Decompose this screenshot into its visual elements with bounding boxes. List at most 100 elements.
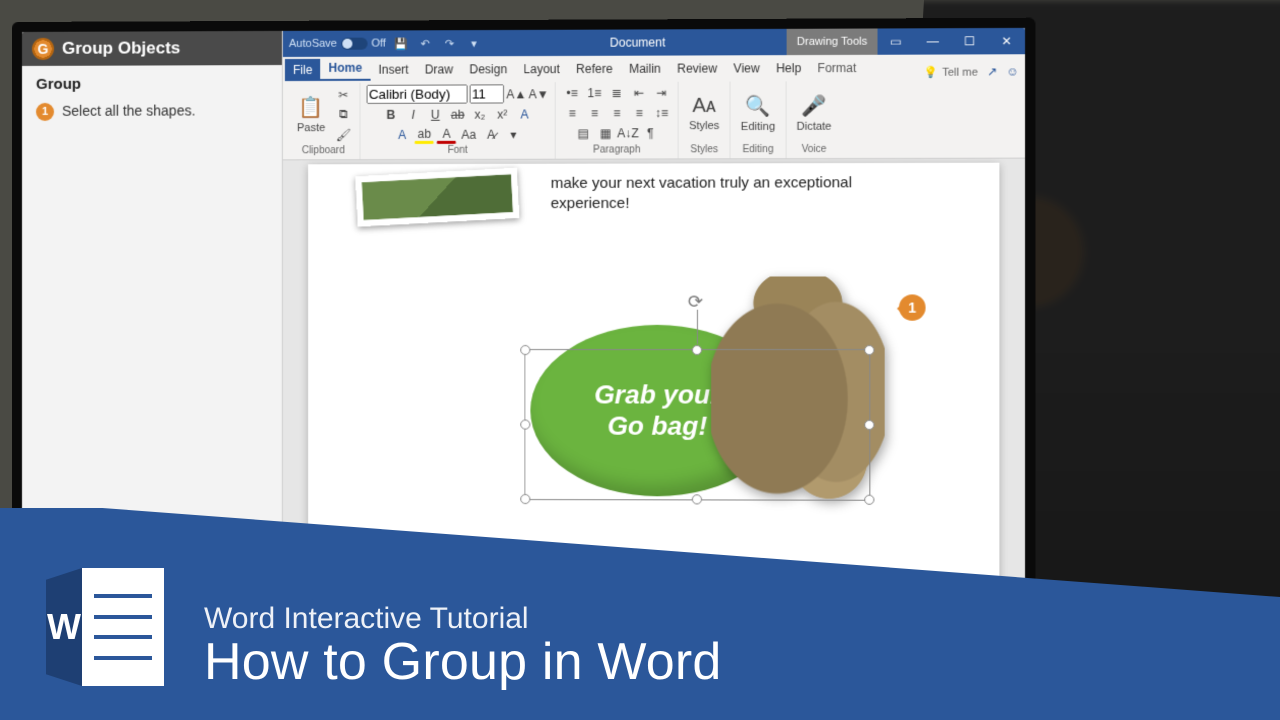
font-more-button[interactable]: ▾: [503, 126, 523, 144]
paste-button[interactable]: 📋 Paste: [293, 93, 329, 136]
inserted-photo[interactable]: [355, 168, 519, 227]
grow-font-button[interactable]: A▲: [506, 85, 526, 103]
tab-insert[interactable]: Insert: [370, 59, 416, 81]
minimize-button[interactable]: —: [914, 28, 951, 54]
sort-button[interactable]: A↓Z: [618, 124, 638, 142]
editing-label: Editing: [741, 121, 775, 133]
dictate-label: Dictate: [797, 121, 832, 133]
numbering-button[interactable]: 1≡: [584, 84, 604, 102]
clipboard-group-label: Clipboard: [293, 144, 354, 159]
bullets-button[interactable]: •≡: [562, 84, 582, 102]
ribbon-body: 📋 Paste ✂ ⧉ 🖌 Clipboard: [283, 79, 1025, 161]
tab-mailings[interactable]: Mailin: [621, 58, 669, 80]
word-logo-badge: W: [46, 568, 164, 686]
borders-button[interactable]: ▦: [595, 124, 615, 142]
line-spacing-button[interactable]: ↕≡: [651, 104, 671, 122]
tab-review[interactable]: Review: [669, 57, 725, 79]
resize-handle-l[interactable]: [520, 420, 530, 430]
rotation-handle-icon[interactable]: ⟳: [688, 292, 706, 310]
ribbon-display-options[interactable]: ▭: [878, 28, 915, 54]
undo-button[interactable]: ↶: [416, 34, 434, 52]
bold-button[interactable]: B: [381, 106, 401, 124]
resize-handle-tr[interactable]: [864, 345, 874, 355]
tell-me-search[interactable]: Tell me: [924, 66, 982, 79]
document-title: Document: [489, 35, 787, 50]
clear-formatting-button[interactable]: A̷: [481, 126, 501, 144]
qat-more-button[interactable]: ▾: [465, 34, 483, 52]
increase-indent-button[interactable]: ⇥: [651, 84, 671, 102]
tutorial-logo-icon: G: [32, 38, 54, 60]
group-editing: 🔍 Editing Editing: [731, 81, 787, 158]
resize-handle-r[interactable]: [864, 420, 874, 430]
lower-third-banner: W Word Interactive Tutorial How to Group…: [0, 495, 1280, 720]
text-effects-button[interactable]: A: [514, 105, 534, 123]
step-text: Select all the shapes.: [62, 102, 195, 120]
shape-stage: Grab your Go bag! ⟳: [510, 264, 876, 527]
font-name-input[interactable]: [367, 84, 468, 103]
tab-view[interactable]: View: [725, 57, 768, 79]
share-button[interactable]: ↗: [982, 64, 1003, 78]
tab-design[interactable]: Design: [461, 58, 515, 80]
feedback-button[interactable]: ☺: [1002, 64, 1023, 78]
autosave-toggle[interactable]: AutoSave Off: [289, 38, 386, 50]
redo-button[interactable]: ↷: [440, 34, 458, 52]
shading-button[interactable]: ▤: [573, 124, 593, 142]
italic-button[interactable]: I: [403, 106, 423, 124]
align-right-button[interactable]: ≡: [607, 104, 627, 122]
multilevel-list-button[interactable]: ≣: [607, 84, 627, 102]
toggle-icon[interactable]: [341, 38, 367, 50]
banner-title: How to Group in Word: [204, 632, 721, 692]
selection-box[interactable]: ⟳: [524, 349, 870, 501]
resize-handle-tl[interactable]: [520, 345, 530, 355]
strikethrough-button[interactable]: ab: [448, 106, 468, 124]
banner-subtitle: Word Interactive Tutorial: [204, 602, 721, 636]
format-painter-button[interactable]: 🖌: [333, 126, 353, 144]
body-text[interactable]: make your next vacation truly an excepti…: [551, 173, 908, 215]
styles-button[interactable]: Aᴀ Styles: [685, 93, 724, 134]
highlight-button[interactable]: ab: [414, 126, 434, 144]
group-styles: Aᴀ Styles Styles: [679, 82, 731, 159]
tab-references[interactable]: Refere: [568, 58, 621, 80]
dictate-button[interactable]: 🎤 Dictate: [792, 91, 835, 135]
save-button[interactable]: 💾: [392, 34, 410, 52]
tab-format[interactable]: Format: [809, 57, 864, 79]
text-fill-button[interactable]: A: [392, 126, 412, 144]
tutorial-body: Group 1 Select all the shapes.: [22, 65, 282, 131]
change-case-button[interactable]: Aa: [459, 126, 479, 144]
paste-label: Paste: [297, 122, 325, 134]
subscript-button[interactable]: x₂: [470, 106, 490, 124]
microphone-icon: 🎤: [801, 93, 826, 118]
tab-draw[interactable]: Draw: [417, 58, 461, 80]
font-color-button[interactable]: A: [436, 126, 456, 144]
resize-handle-t[interactable]: [692, 345, 702, 355]
tutorial-header: G Group Objects: [22, 31, 282, 66]
maximize-button[interactable]: ☐: [951, 28, 988, 54]
align-left-button[interactable]: ≡: [562, 104, 582, 122]
lightbulb-icon: [924, 66, 938, 79]
tutorial-title: Group Objects: [62, 38, 180, 58]
align-center-button[interactable]: ≡: [584, 104, 604, 122]
show-marks-button[interactable]: ¶: [640, 124, 660, 142]
tell-me-label: Tell me: [942, 66, 978, 78]
close-button[interactable]: ✕: [988, 28, 1025, 54]
superscript-button[interactable]: x²: [492, 105, 512, 123]
group-font: A▲ A▼ B I U ab x₂ x² A: [361, 82, 556, 159]
copy-button[interactable]: ⧉: [333, 105, 353, 123]
editing-button[interactable]: 🔍 Editing: [737, 92, 779, 136]
styles-icon: Aᴀ: [692, 95, 716, 118]
editing-group-label: Editing: [737, 143, 779, 158]
font-size-input[interactable]: [470, 84, 504, 103]
tab-home[interactable]: Home: [321, 57, 371, 81]
cut-button[interactable]: ✂: [333, 85, 353, 103]
styles-group-label: Styles: [685, 143, 724, 158]
word-logo-page-icon: [82, 568, 164, 686]
titlebar: AutoSave Off 💾 ↶ ↷ ▾ Document Drawing To…: [283, 28, 1025, 57]
tab-layout[interactable]: Layout: [515, 58, 568, 80]
tab-file[interactable]: File: [285, 59, 321, 81]
font-group-label: Font: [367, 144, 549, 160]
shrink-font-button[interactable]: A▼: [528, 85, 548, 103]
tab-help[interactable]: Help: [768, 57, 810, 79]
decrease-indent-button[interactable]: ⇤: [629, 84, 649, 102]
underline-button[interactable]: U: [425, 106, 445, 124]
justify-button[interactable]: ≡: [629, 104, 649, 122]
